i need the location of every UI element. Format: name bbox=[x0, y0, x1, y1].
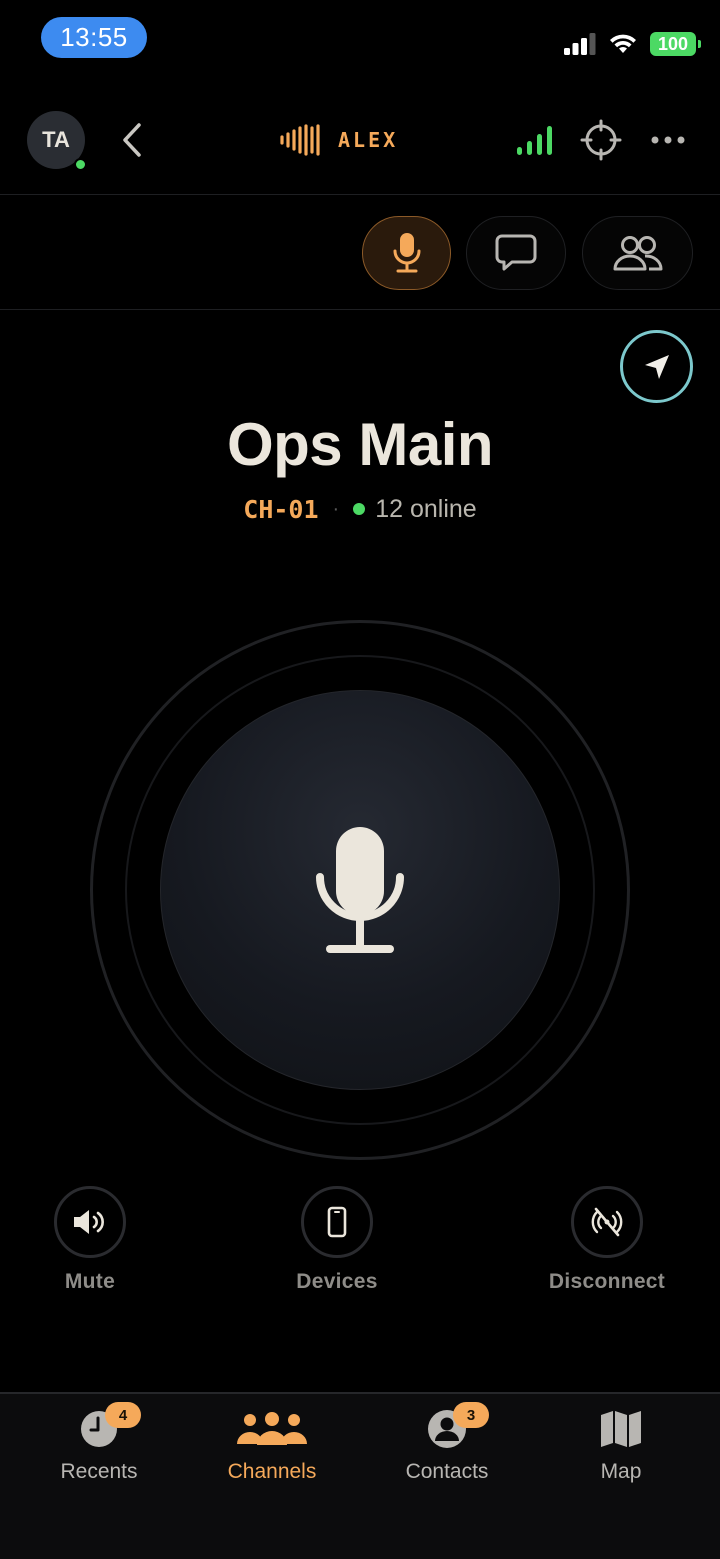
locate-button[interactable] bbox=[580, 119, 622, 166]
tab-channels-icon-wrap bbox=[236, 1406, 308, 1452]
navigate-button[interactable] bbox=[620, 330, 693, 403]
disconnect-label: Disconnect bbox=[548, 1270, 666, 1293]
devices-label: Devices bbox=[296, 1270, 378, 1293]
microphone-icon bbox=[393, 233, 420, 273]
phone-icon bbox=[327, 1206, 347, 1238]
crosshair-icon bbox=[580, 119, 622, 161]
tab-contacts[interactable]: 3 Contacts bbox=[362, 1402, 532, 1484]
microphone-icon bbox=[316, 827, 404, 953]
disconnect-action[interactable]: Disconnect bbox=[517, 1186, 697, 1294]
tab-recents[interactable]: 4 Recents bbox=[14, 1402, 184, 1484]
tab-recents-label: Recents bbox=[60, 1460, 138, 1483]
status-time: 13:55 bbox=[41, 17, 147, 58]
location-arrow-icon bbox=[644, 354, 669, 379]
wifi-icon bbox=[610, 34, 636, 53]
tab-contacts-icon-wrap: 3 bbox=[427, 1402, 489, 1452]
mute-label: Mute bbox=[64, 1270, 116, 1293]
contacts-badge: 3 bbox=[453, 1402, 489, 1428]
signal-bars-icon bbox=[517, 126, 552, 155]
devices-button[interactable] bbox=[301, 1186, 373, 1258]
status-indicators: 100 bbox=[564, 30, 701, 58]
mute-action[interactable]: Mute bbox=[0, 1186, 180, 1294]
waveform-icon bbox=[280, 124, 320, 156]
devices-action[interactable]: Devices bbox=[247, 1186, 427, 1294]
voice-mode-button[interactable] bbox=[362, 216, 451, 290]
battery-indicator: 100 bbox=[650, 32, 701, 56]
people-icon bbox=[613, 236, 663, 271]
chat-bubble-icon bbox=[495, 234, 537, 271]
tab-recents-icon-wrap: 4 bbox=[79, 1402, 141, 1452]
push-to-talk-button[interactable] bbox=[160, 690, 560, 1090]
online-dot bbox=[353, 503, 366, 515]
tab-contacts-label: Contacts bbox=[405, 1460, 489, 1483]
chat-mode-button[interactable] bbox=[466, 216, 566, 290]
channel-name: Ops Main bbox=[226, 411, 494, 478]
online-count: 12 online bbox=[375, 494, 477, 523]
tab-map-label: Map bbox=[600, 1460, 642, 1483]
recents-badge: 4 bbox=[105, 1402, 141, 1428]
presence-dot bbox=[74, 158, 87, 171]
map-icon bbox=[601, 1411, 641, 1447]
tab-map-icon-wrap bbox=[600, 1406, 642, 1452]
tab-bar: 4 Recents Channels 3 Contacts Map bbox=[0, 1392, 720, 1559]
more-button[interactable] bbox=[650, 130, 686, 155]
signal-strength[interactable] bbox=[516, 124, 554, 161]
members-mode-button[interactable] bbox=[582, 216, 693, 290]
no-signal-icon bbox=[591, 1207, 623, 1237]
mute-button[interactable] bbox=[54, 1186, 126, 1258]
header-divider bbox=[0, 194, 720, 195]
brand: ALEX bbox=[280, 122, 398, 158]
tab-channels[interactable]: Channels bbox=[187, 1406, 357, 1484]
back-button[interactable] bbox=[112, 118, 152, 162]
group-icon bbox=[237, 1412, 307, 1445]
speaker-icon bbox=[74, 1210, 104, 1234]
chevron-left-icon bbox=[123, 123, 141, 157]
disconnect-button[interactable] bbox=[571, 1186, 643, 1258]
tab-map[interactable]: Map bbox=[536, 1406, 706, 1484]
channel-code: CH-01 bbox=[243, 494, 319, 524]
brand-label: ALEX bbox=[338, 128, 399, 152]
more-dots-icon bbox=[651, 136, 685, 144]
modes-divider bbox=[0, 309, 720, 310]
separator: · bbox=[332, 497, 340, 520]
cellular-signal-icon bbox=[564, 33, 596, 55]
channel-meta: CH-01 · 12 online bbox=[0, 492, 720, 526]
tab-channels-label: Channels bbox=[227, 1460, 317, 1483]
